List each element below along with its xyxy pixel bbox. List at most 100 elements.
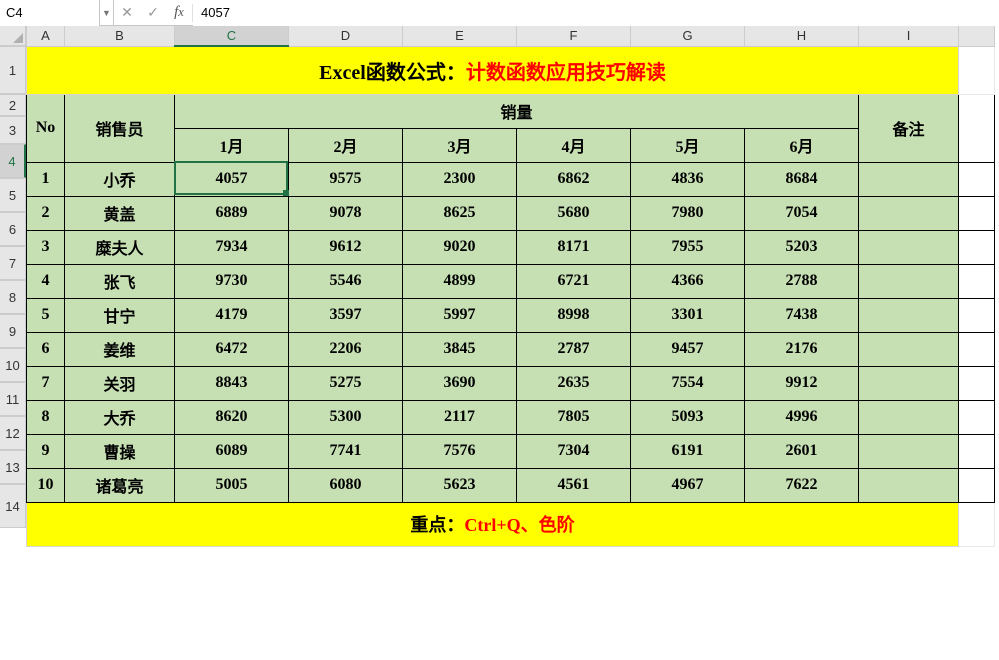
- cell-m2[interactable]: 7741: [289, 434, 403, 468]
- cell-m5[interactable]: 4967: [631, 468, 745, 502]
- cell-m2[interactable]: 3597: [289, 298, 403, 332]
- column-header-G[interactable]: G: [631, 26, 745, 46]
- cell-name[interactable]: 张飞: [65, 264, 175, 298]
- cell-no[interactable]: 1: [27, 162, 65, 196]
- cell-name[interactable]: 小乔: [65, 162, 175, 196]
- row-header-11[interactable]: 11: [0, 382, 26, 416]
- cell-remark[interactable]: [859, 162, 959, 196]
- row-header-4[interactable]: 4: [0, 144, 26, 178]
- cell-remark[interactable]: [859, 298, 959, 332]
- row-header-13[interactable]: 13: [0, 450, 26, 484]
- cell-m5[interactable]: 7980: [631, 196, 745, 230]
- row-header-5[interactable]: 5: [0, 178, 26, 212]
- cell-m3[interactable]: 9020: [403, 230, 517, 264]
- row-header-2[interactable]: 2: [0, 94, 26, 116]
- column-header-E[interactable]: E: [403, 26, 517, 46]
- cancel-icon[interactable]: ✕: [114, 0, 140, 26]
- cell-m6[interactable]: 7622: [745, 468, 859, 502]
- column-header-C[interactable]: C: [175, 26, 289, 46]
- cell-m6[interactable]: 7438: [745, 298, 859, 332]
- column-header-A[interactable]: A: [27, 26, 65, 46]
- column-header-F[interactable]: F: [517, 26, 631, 46]
- cell-m1[interactable]: 8843: [175, 366, 289, 400]
- header-month-6[interactable]: 6月: [745, 128, 859, 162]
- cell-m1[interactable]: 5005: [175, 468, 289, 502]
- cell-no[interactable]: 5: [27, 298, 65, 332]
- cell-m5[interactable]: 7955: [631, 230, 745, 264]
- title-cell[interactable]: Excel函数公式：计数函数应用技巧解读: [27, 46, 959, 94]
- cell-m5[interactable]: 4366: [631, 264, 745, 298]
- cell-remark[interactable]: [859, 230, 959, 264]
- cell-remark[interactable]: [859, 400, 959, 434]
- cell-m2[interactable]: 6080: [289, 468, 403, 502]
- header-remark[interactable]: 备注: [859, 94, 959, 162]
- cell-remark[interactable]: [859, 468, 959, 502]
- name-box[interactable]: [0, 0, 100, 26]
- cell-m2[interactable]: 9078: [289, 196, 403, 230]
- cell-remark[interactable]: [859, 366, 959, 400]
- cell-name[interactable]: 诸葛亮: [65, 468, 175, 502]
- cell-m5[interactable]: 5093: [631, 400, 745, 434]
- cell-name[interactable]: 糜夫人: [65, 230, 175, 264]
- cell-remark[interactable]: [859, 264, 959, 298]
- cell-m6[interactable]: 9912: [745, 366, 859, 400]
- cell-m6[interactable]: 4996: [745, 400, 859, 434]
- row-header-14[interactable]: 14: [0, 484, 26, 528]
- header-month-3[interactable]: 3月: [403, 128, 517, 162]
- cell-name[interactable]: 大乔: [65, 400, 175, 434]
- cell-m4[interactable]: 2787: [517, 332, 631, 366]
- cell-m6[interactable]: 2788: [745, 264, 859, 298]
- cell-name[interactable]: 关羽: [65, 366, 175, 400]
- cell-m1[interactable]: 9730: [175, 264, 289, 298]
- cell-name[interactable]: 曹操: [65, 434, 175, 468]
- cell-m5[interactable]: 9457: [631, 332, 745, 366]
- cell-m5[interactable]: 6191: [631, 434, 745, 468]
- cell-m4[interactable]: 8998: [517, 298, 631, 332]
- cell-m2[interactable]: 5300: [289, 400, 403, 434]
- cell-no[interactable]: 7: [27, 366, 65, 400]
- cell-remark[interactable]: [859, 434, 959, 468]
- cell-no[interactable]: 6: [27, 332, 65, 366]
- cell-remark[interactable]: [859, 332, 959, 366]
- cell-no[interactable]: 4: [27, 264, 65, 298]
- enter-icon[interactable]: ✓: [140, 0, 166, 26]
- cell-no[interactable]: 9: [27, 434, 65, 468]
- cell-m2[interactable]: 2206: [289, 332, 403, 366]
- cell-m2[interactable]: 9612: [289, 230, 403, 264]
- column-header-B[interactable]: B: [65, 26, 175, 46]
- cell-m2[interactable]: 5275: [289, 366, 403, 400]
- cell-m5[interactable]: 7554: [631, 366, 745, 400]
- cell-m5[interactable]: 3301: [631, 298, 745, 332]
- cell-m2[interactable]: 5546: [289, 264, 403, 298]
- cell-m3[interactable]: 5997: [403, 298, 517, 332]
- cell-m4[interactable]: 7304: [517, 434, 631, 468]
- row-header-7[interactable]: 7: [0, 246, 26, 280]
- name-box-dropdown[interactable]: ▼: [100, 0, 114, 26]
- cell-m3[interactable]: 7576: [403, 434, 517, 468]
- cell-m5[interactable]: 4836: [631, 162, 745, 196]
- row-header-12[interactable]: 12: [0, 416, 26, 450]
- footer-cell[interactable]: 重点：Ctrl+Q、色阶: [27, 502, 959, 546]
- row-header-9[interactable]: 9: [0, 314, 26, 348]
- cell-m3[interactable]: 3845: [403, 332, 517, 366]
- cell-m6[interactable]: 8684: [745, 162, 859, 196]
- cell-m3[interactable]: 4899: [403, 264, 517, 298]
- row-header-1[interactable]: 1: [0, 46, 26, 94]
- cell-m3[interactable]: 5623: [403, 468, 517, 502]
- cell-m6[interactable]: 2176: [745, 332, 859, 366]
- header-month-4[interactable]: 4月: [517, 128, 631, 162]
- cell-m6[interactable]: 2601: [745, 434, 859, 468]
- cell-m4[interactable]: 6721: [517, 264, 631, 298]
- row-header-3[interactable]: 3: [0, 116, 26, 144]
- cell-m1[interactable]: 8620: [175, 400, 289, 434]
- cell-no[interactable]: 3: [27, 230, 65, 264]
- cell-m3[interactable]: 2117: [403, 400, 517, 434]
- cell-no[interactable]: 10: [27, 468, 65, 502]
- column-header-D[interactable]: D: [289, 26, 403, 46]
- header-sales-volume[interactable]: 销量: [175, 94, 859, 128]
- cell-name[interactable]: 甘宁: [65, 298, 175, 332]
- cell-m3[interactable]: 3690: [403, 366, 517, 400]
- fx-icon[interactable]: fx: [166, 0, 192, 26]
- column-header-blank[interactable]: [959, 26, 995, 46]
- cell-m4[interactable]: 2635: [517, 366, 631, 400]
